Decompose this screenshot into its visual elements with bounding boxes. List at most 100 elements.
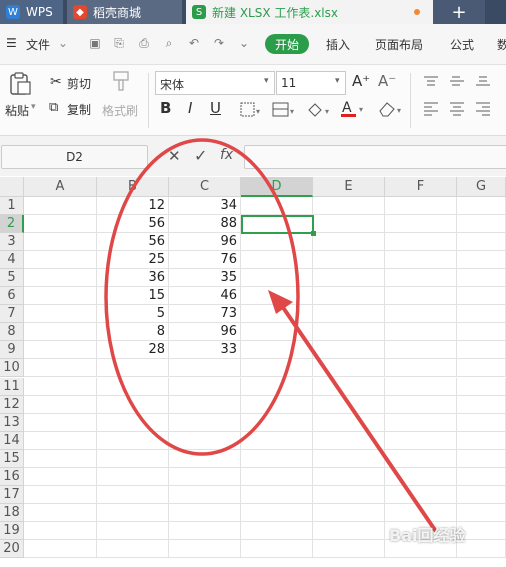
row-header-5[interactable]: 5 xyxy=(0,269,24,288)
cell-e13[interactable] xyxy=(313,413,385,432)
decrease-font-size-button[interactable]: A⁻ xyxy=(378,72,396,90)
cell-d19[interactable] xyxy=(241,521,313,540)
merge-cells-icon[interactable]: ▾ xyxy=(272,102,296,118)
column-header-e[interactable]: E xyxy=(313,177,385,197)
cell-f16[interactable] xyxy=(385,467,457,486)
cell-f8[interactable] xyxy=(385,323,457,342)
cell-a17[interactable] xyxy=(24,485,97,504)
cell-e18[interactable] xyxy=(313,503,385,522)
align-center-icon[interactable] xyxy=(450,102,464,116)
customize-dropdown-icon[interactable]: ⌄ xyxy=(237,36,251,50)
cell-e7[interactable] xyxy=(313,305,385,324)
cell-f6[interactable] xyxy=(385,287,457,306)
row-header-6[interactable]: 6 xyxy=(0,287,24,306)
cell-b11[interactable] xyxy=(97,377,169,396)
cell-a8[interactable] xyxy=(24,323,97,342)
eraser-icon[interactable]: ▾ xyxy=(377,100,405,118)
row-header-12[interactable]: 12 xyxy=(0,395,24,414)
tab-docer-store[interactable]: ◆ 稻壳商城 xyxy=(67,0,182,24)
cell-g1[interactable] xyxy=(457,197,506,216)
row-header-8[interactable]: 8 xyxy=(0,323,24,342)
column-header-c[interactable]: C xyxy=(169,177,241,197)
cell-d9[interactable] xyxy=(241,341,313,360)
cell-g15[interactable] xyxy=(457,449,506,468)
cell-a18[interactable] xyxy=(24,503,97,522)
cell-c16[interactable] xyxy=(169,467,241,486)
cell-g12[interactable] xyxy=(457,395,506,414)
cell-d13[interactable] xyxy=(241,413,313,432)
cell-a19[interactable] xyxy=(24,521,97,540)
cell-a20[interactable] xyxy=(24,539,97,558)
cell-b8[interactable]: 8 xyxy=(97,323,169,342)
underline-button[interactable]: U xyxy=(210,99,221,117)
cell-a11[interactable] xyxy=(24,377,97,396)
cell-g17[interactable] xyxy=(457,485,506,504)
cell-c7[interactable]: 73 xyxy=(169,305,241,324)
cell-f1[interactable] xyxy=(385,197,457,216)
cell-c13[interactable] xyxy=(169,413,241,432)
cell-d6[interactable] xyxy=(241,287,313,306)
cell-b12[interactable] xyxy=(97,395,169,414)
font-size-select[interactable]: 11 ▾ xyxy=(276,71,346,95)
cell-e11[interactable] xyxy=(313,377,385,396)
cell-a4[interactable] xyxy=(24,251,97,270)
align-left-icon[interactable] xyxy=(424,102,438,116)
cell-a16[interactable] xyxy=(24,467,97,486)
export-icon[interactable]: ⎘ xyxy=(112,36,126,50)
cell-c10[interactable] xyxy=(169,359,241,378)
cell-g9[interactable] xyxy=(457,341,506,360)
cell-c17[interactable] xyxy=(169,485,241,504)
cell-g5[interactable] xyxy=(457,269,506,288)
align-top-icon[interactable] xyxy=(424,76,438,86)
cell-d3[interactable] xyxy=(241,233,313,252)
row-header-9[interactable]: 9 xyxy=(0,341,24,360)
column-header-b[interactable]: B xyxy=(97,177,169,197)
cell-a5[interactable] xyxy=(24,269,97,288)
confirm-icon[interactable]: ✓ xyxy=(194,146,207,165)
row-header-20[interactable]: 20 xyxy=(0,539,24,558)
cell-d7[interactable] xyxy=(241,305,313,324)
align-right-icon[interactable] xyxy=(476,102,490,116)
cell-e1[interactable] xyxy=(313,197,385,216)
cell-g10[interactable] xyxy=(457,359,506,378)
font-name-select[interactable]: 宋体 ▾ xyxy=(155,71,275,95)
cell-b10[interactable] xyxy=(97,359,169,378)
row-header-16[interactable]: 16 xyxy=(0,467,24,486)
cell-c3[interactable]: 96 xyxy=(169,233,241,252)
cell-f11[interactable] xyxy=(385,377,457,396)
tab-current-file[interactable]: S 新建 XLSX 工作表.xlsx xyxy=(186,0,433,24)
cell-a13[interactable] xyxy=(24,413,97,432)
cell-a15[interactable] xyxy=(24,449,97,468)
cell-d18[interactable] xyxy=(241,503,313,522)
cell-a3[interactable] xyxy=(24,233,97,252)
redo-icon[interactable]: ↷ xyxy=(212,36,226,50)
align-bottom-icon[interactable] xyxy=(476,76,490,86)
cell-b14[interactable] xyxy=(97,431,169,450)
row-header-17[interactable]: 17 xyxy=(0,485,24,504)
cell-g4[interactable] xyxy=(457,251,506,270)
paste-dropdown-icon[interactable]: ▾ xyxy=(31,102,36,112)
cell-f17[interactable] xyxy=(385,485,457,504)
cell-e9[interactable] xyxy=(313,341,385,360)
row-header-3[interactable]: 3 xyxy=(0,233,24,252)
cell-d12[interactable] xyxy=(241,395,313,414)
cell-f12[interactable] xyxy=(385,395,457,414)
fill-handle[interactable] xyxy=(311,231,316,237)
cell-c12[interactable] xyxy=(169,395,241,414)
cell-d1[interactable] xyxy=(241,197,313,216)
cell-d16[interactable] xyxy=(241,467,313,486)
scissors-icon[interactable]: ✂ xyxy=(50,74,62,90)
align-middle-icon[interactable] xyxy=(450,76,464,86)
cell-c8[interactable]: 96 xyxy=(169,323,241,342)
row-header-1[interactable]: 1 xyxy=(0,197,24,216)
cell-e12[interactable] xyxy=(313,395,385,414)
cell-c4[interactable]: 76 xyxy=(169,251,241,270)
cell-g14[interactable] xyxy=(457,431,506,450)
cell-e8[interactable] xyxy=(313,323,385,342)
cell-e3[interactable] xyxy=(313,233,385,252)
cell-e17[interactable] xyxy=(313,485,385,504)
cell-f4[interactable] xyxy=(385,251,457,270)
cell-g3[interactable] xyxy=(457,233,506,252)
copy-icon[interactable]: ⧉ xyxy=(49,100,58,115)
cell-b7[interactable]: 5 xyxy=(97,305,169,324)
